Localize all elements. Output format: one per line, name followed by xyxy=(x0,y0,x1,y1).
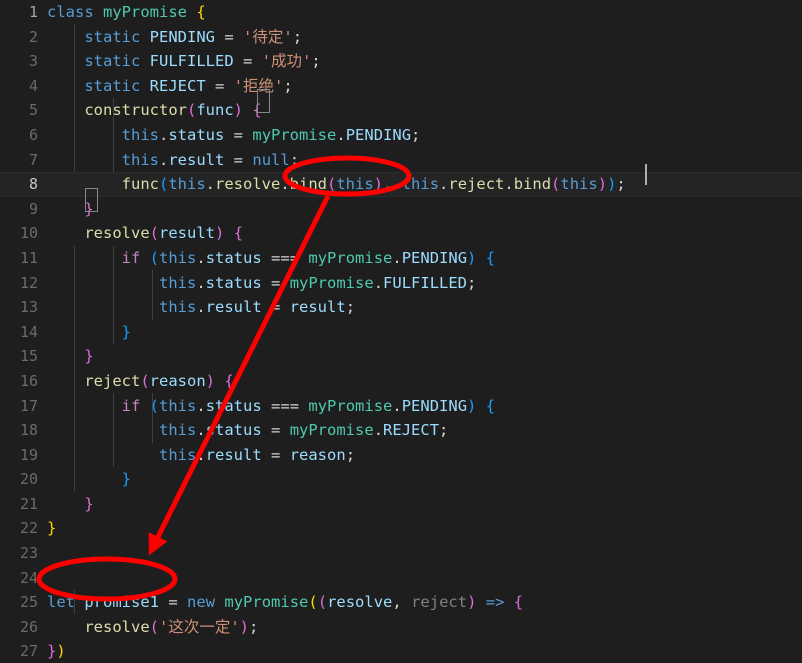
line-number: 3 xyxy=(28,52,38,71)
code-line-11[interactable]: 11 if (this.status === myPromise.PENDING… xyxy=(0,246,802,271)
code-line-24[interactable]: 24 xyxy=(0,566,802,591)
line-content: this.result = result; xyxy=(158,298,356,317)
line-content: } xyxy=(121,470,131,489)
line-number: 6 xyxy=(28,125,38,144)
line-content: func(this.resolve.bind(this), this.rejec… xyxy=(121,175,626,194)
line-number: 27 xyxy=(19,642,38,661)
line-number: 18 xyxy=(19,421,38,440)
line-number: 21 xyxy=(19,494,38,513)
code-line-18[interactable]: 18 this.status = myPromise.REJECT; xyxy=(0,418,802,443)
code-line-17[interactable]: 17 if (this.status === myPromise.PENDING… xyxy=(0,394,802,419)
code-editor[interactable]: 1 class myPromise { 2 static PENDING = '… xyxy=(0,0,802,663)
line-content: resolve('这次一定'); xyxy=(84,617,259,636)
code-line-16[interactable]: 16 reject(reason) { xyxy=(0,369,802,394)
code-line-6[interactable]: 6 this.status = myPromise.PENDING; xyxy=(0,123,802,148)
line-number: 15 xyxy=(19,347,38,366)
line-content: static FULFILLED = '成功'; xyxy=(84,52,321,71)
line-number: 11 xyxy=(19,248,38,267)
line-number: 23 xyxy=(19,544,38,563)
line-content: reject(reason) { xyxy=(84,371,234,390)
line-content: } xyxy=(84,494,94,513)
line-number: 8 xyxy=(28,175,38,194)
line-content: } xyxy=(121,322,131,341)
line-content: this.status = myPromise.REJECT; xyxy=(158,421,449,440)
line-number: 25 xyxy=(19,593,38,612)
line-number: 26 xyxy=(19,617,38,636)
line-number: 20 xyxy=(19,470,38,489)
text-cursor xyxy=(645,164,647,185)
code-line-8[interactable]: 8 func(this.resolve.bind(this), this.rej… xyxy=(0,172,802,197)
code-line-27[interactable]: 27 }) xyxy=(0,639,802,663)
code-line-12[interactable]: 12 this.status = myPromise.FULFILLED; xyxy=(0,271,802,296)
line-number: 13 xyxy=(19,298,38,317)
line-content: class myPromise { xyxy=(47,3,206,21)
line-number: 9 xyxy=(28,199,38,218)
line-number: 5 xyxy=(28,101,38,120)
code-line-21[interactable]: 21 } xyxy=(0,492,802,517)
line-number: 16 xyxy=(19,371,38,390)
line-number: 14 xyxy=(19,322,38,341)
line-content: this.status = myPromise.PENDING; xyxy=(121,125,421,144)
code-line-9[interactable]: 9 } xyxy=(0,197,802,222)
line-content: }) xyxy=(47,642,66,661)
line-number: 17 xyxy=(19,396,38,415)
code-line-7[interactable]: 7 this.result = null; xyxy=(0,148,802,173)
line-content: } xyxy=(84,347,94,366)
line-content: constructor(func) { xyxy=(84,101,262,120)
line-number: 19 xyxy=(19,445,38,464)
line-number: 2 xyxy=(28,27,38,46)
code-line-4[interactable]: 4 static REJECT = '拒绝'; xyxy=(0,74,802,99)
line-number: 24 xyxy=(19,568,38,587)
code-line-10[interactable]: 10 resolve(result) { xyxy=(0,221,802,246)
line-content: static PENDING = '待定'; xyxy=(84,27,303,46)
line-content: if (this.status === myPromise.PENDING) { xyxy=(121,248,496,267)
line-content: this.result = reason; xyxy=(158,445,356,464)
line-content: if (this.status === myPromise.PENDING) { xyxy=(121,396,496,415)
line-number: 7 xyxy=(28,150,38,169)
line-number: 4 xyxy=(28,76,38,95)
code-line-5[interactable]: 5 constructor(func) { xyxy=(0,98,802,123)
line-number: 22 xyxy=(19,519,38,538)
line-content: resolve(result) { xyxy=(84,224,244,243)
code-line-23[interactable]: 23 xyxy=(0,541,802,566)
code-line-2[interactable]: 2 static PENDING = '待定'; xyxy=(0,25,802,50)
code-line-14[interactable]: 14 } xyxy=(0,320,802,345)
code-line-15[interactable]: 15 } xyxy=(0,344,802,369)
code-line-22[interactable]: 22 } xyxy=(0,516,802,541)
code-line-20[interactable]: 20 } xyxy=(0,467,802,492)
line-number: 12 xyxy=(19,273,38,292)
line-content: } xyxy=(47,519,57,538)
line-content: } xyxy=(84,199,94,218)
code-line-26[interactable]: 26 resolve('这次一定'); xyxy=(0,615,802,640)
code-line-1[interactable]: 1 class myPromise { xyxy=(0,0,802,25)
line-number: 1 xyxy=(28,3,38,21)
code-line-25[interactable]: 25 let promise1 = new myPromise((resolve… xyxy=(0,590,802,615)
code-lines[interactable]: 1 class myPromise { 2 static PENDING = '… xyxy=(0,0,802,663)
line-number: 10 xyxy=(19,224,38,243)
line-content: let promise1 = new myPromise((resolve, r… xyxy=(47,593,524,612)
code-line-13[interactable]: 13 this.result = result; xyxy=(0,295,802,320)
line-content: this.result = null; xyxy=(121,150,300,169)
code-line-3[interactable]: 3 static FULFILLED = '成功'; xyxy=(0,49,802,74)
code-line-19[interactable]: 19 this.result = reason; xyxy=(0,443,802,468)
line-content: this.status = myPromise.FULFILLED; xyxy=(158,273,477,292)
line-content: static REJECT = '拒绝'; xyxy=(84,76,293,95)
